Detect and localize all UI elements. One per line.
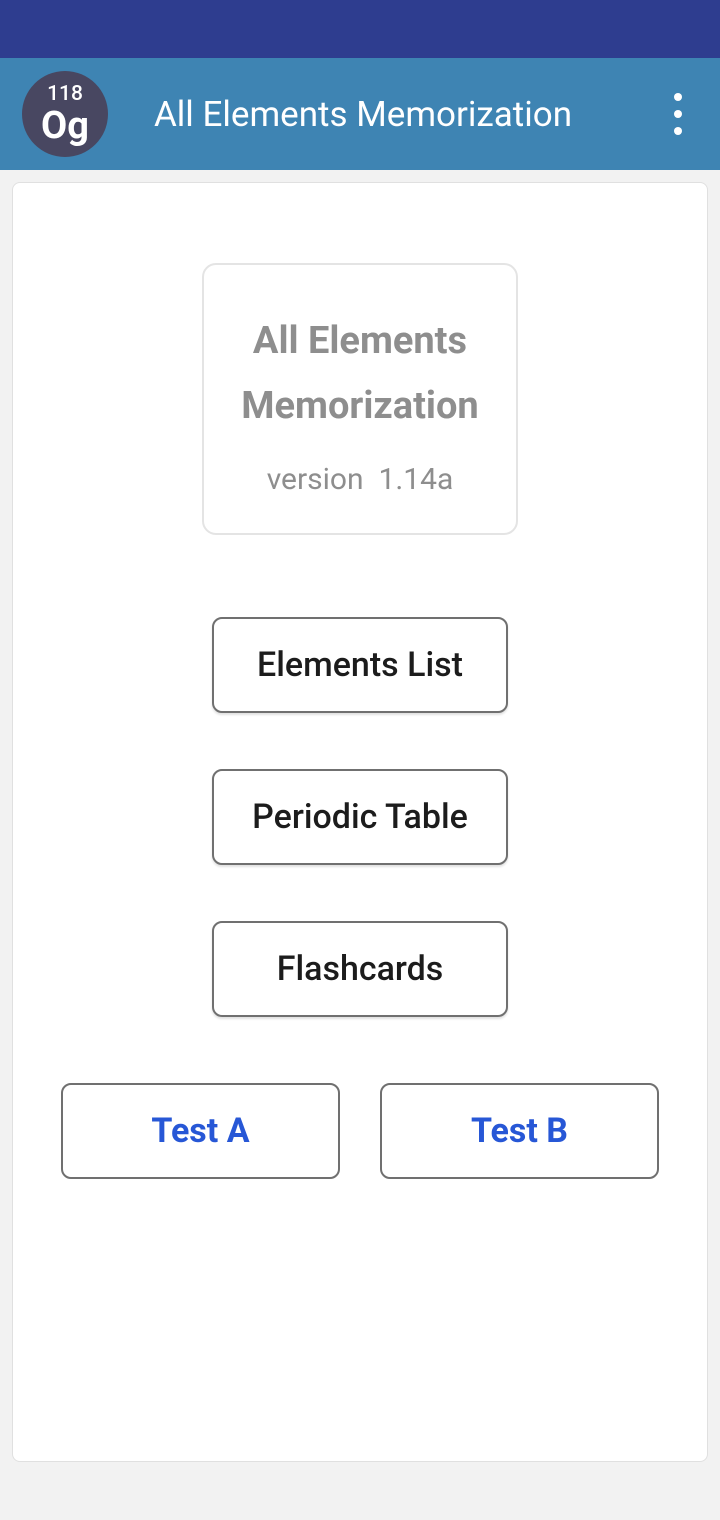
version-label: version [267, 462, 364, 497]
title-line-2: Memorization [224, 374, 496, 439]
app-bar: 118 Og All Elements Memorization [0, 58, 720, 170]
version-text: version 1.14a [224, 462, 496, 497]
title-line-1: All Elements [224, 309, 496, 374]
periodic-table-button[interactable]: Periodic Table [212, 769, 508, 865]
main-card: All Elements Memorization version 1.14a … [12, 182, 708, 1462]
test-a-button[interactable]: Test A [61, 1083, 340, 1179]
flashcards-button[interactable]: Flashcards [212, 921, 508, 1017]
elements-list-button[interactable]: Elements List [212, 617, 508, 713]
version-value: 1.14a [378, 462, 453, 497]
title-box: All Elements Memorization version 1.14a [202, 263, 518, 535]
more-menu-icon[interactable] [658, 84, 698, 144]
test-button-row: Test A Test B [61, 1083, 659, 1179]
test-b-button[interactable]: Test B [380, 1083, 659, 1179]
status-bar [0, 0, 720, 58]
app-title: All Elements Memorization [68, 94, 658, 135]
menu-button-group: Elements List Periodic Table Flashcards [212, 617, 508, 1017]
